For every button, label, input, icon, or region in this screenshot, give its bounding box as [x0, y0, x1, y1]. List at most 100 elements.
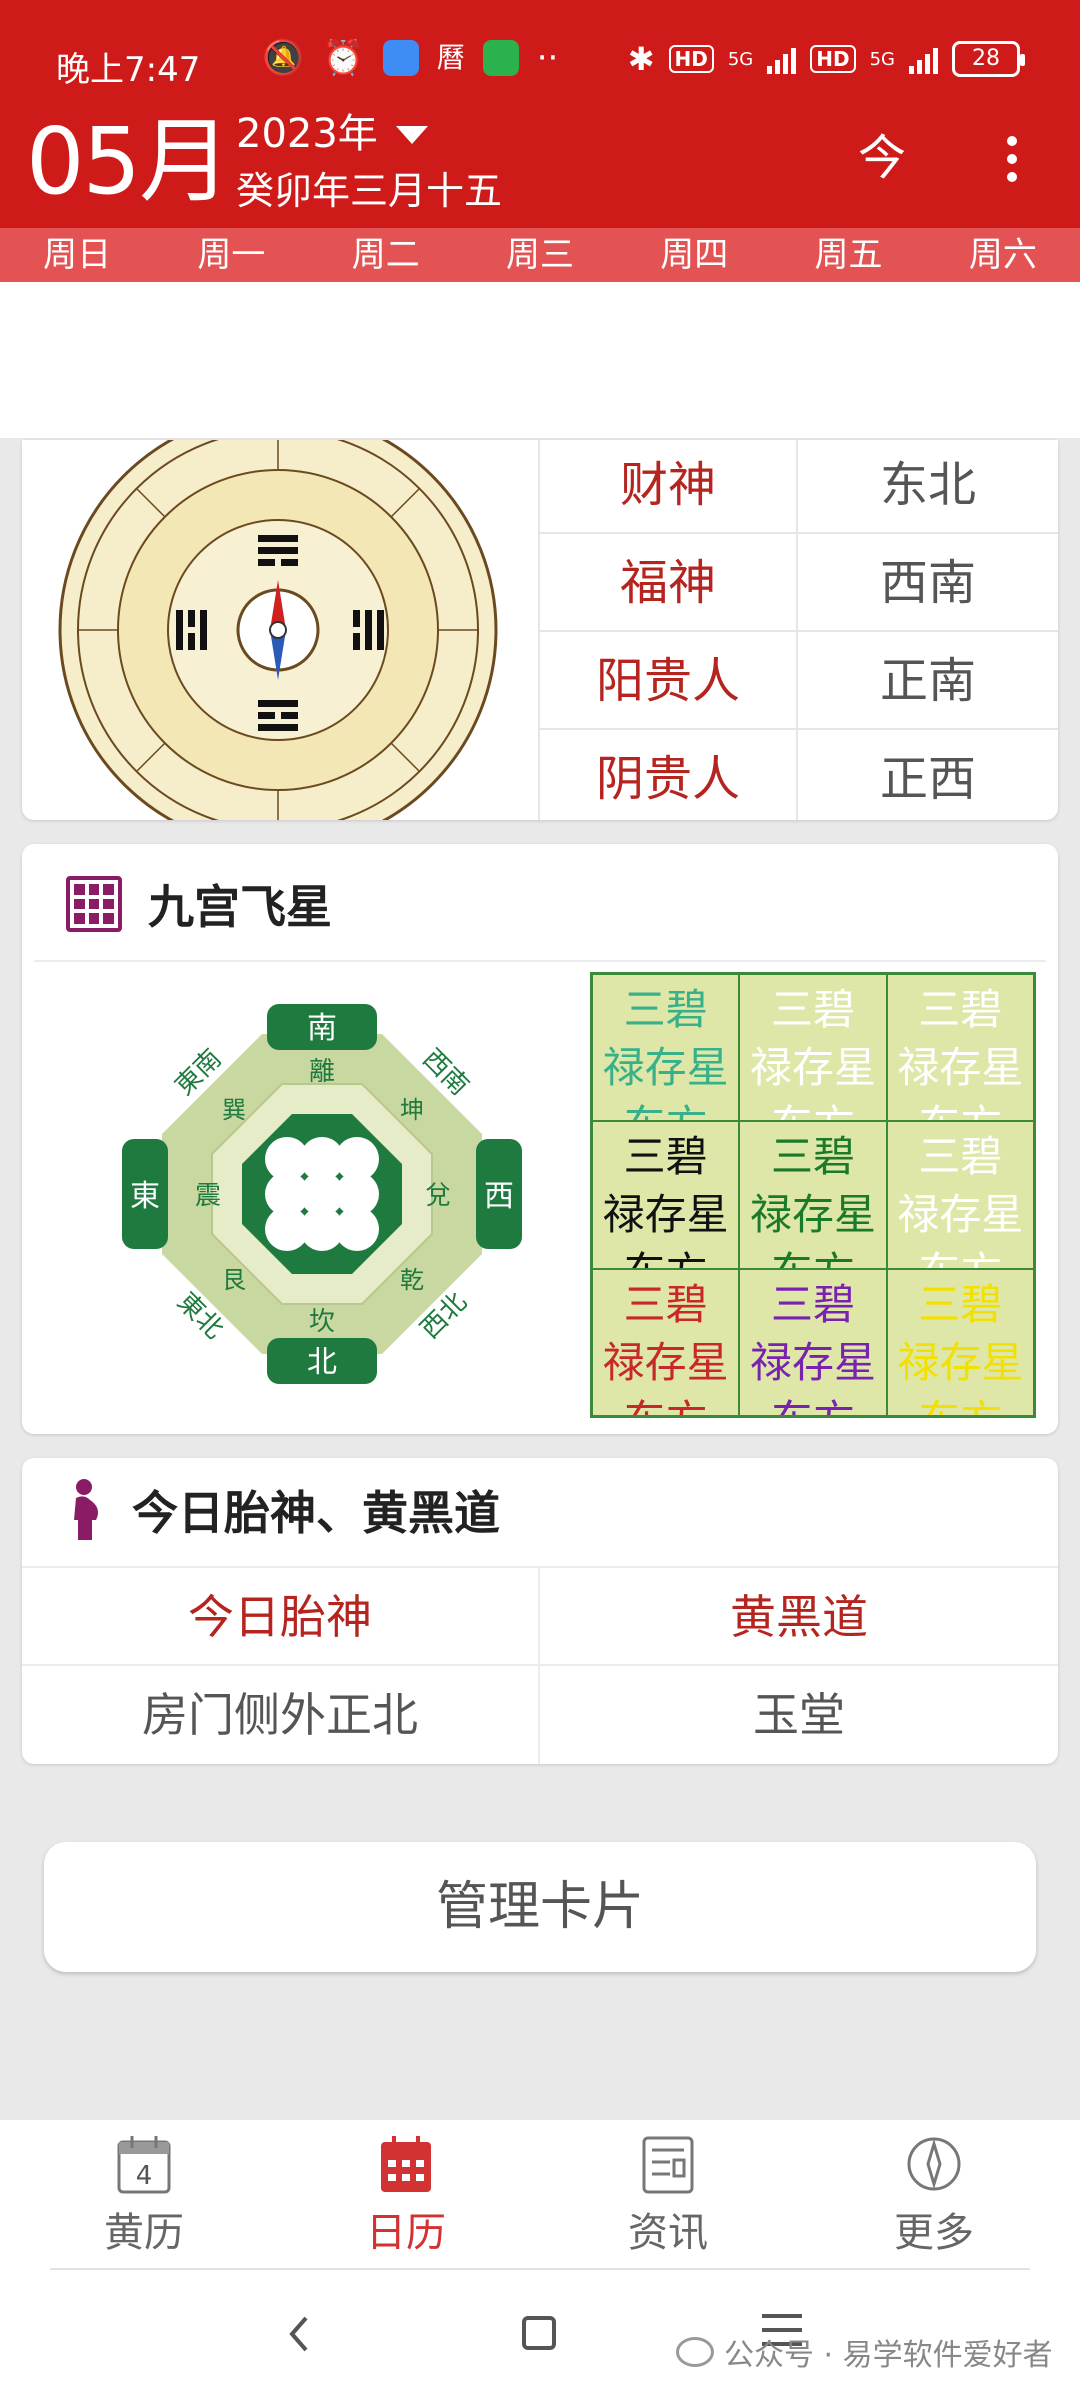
nav-tab-rili[interactable]: 日历 — [306, 2134, 506, 2264]
app-notification-icon — [382, 40, 419, 76]
weekday-label: 周三 — [505, 235, 574, 275]
taishen-header: 今日胎神 — [22, 1568, 540, 1666]
weekday-label: 周六 — [968, 235, 1037, 275]
star-cell: 三碧禄存星东方 — [886, 1268, 1034, 1416]
status-right: ✱ HD 5G HD 5G 28 — [627, 40, 1025, 78]
star-direction: 东方 — [740, 1097, 885, 1120]
star-number: 三碧 — [623, 985, 708, 1034]
star-cell: 三碧禄存星东方 — [886, 974, 1034, 1122]
compass-icon — [907, 2137, 961, 2191]
star-name: 禄存星 — [897, 1190, 1024, 1240]
home-icon[interactable] — [522, 2316, 556, 2350]
mute-bell-icon: 🔕 — [262, 38, 305, 78]
star-name: 禄存星 — [749, 1337, 876, 1387]
god-direction: 正西 — [879, 751, 976, 807]
dropdown-arrow-icon[interactable] — [396, 126, 428, 144]
star-cell: 三碧禄存星东方 — [739, 1121, 887, 1269]
star-number: 三碧 — [770, 985, 855, 1034]
star-cell: 三碧禄存星东方 — [592, 974, 740, 1122]
star-name: 禄存星 — [602, 1337, 729, 1387]
bagua-xun-label: 巽 — [222, 1096, 246, 1124]
taishen-value: 房门侧外正北 — [22, 1666, 540, 1764]
status-bar: 晚上7:47 🔕 ⏰ 曆 ·· ✱ HD 5G HD 5G 28 — [0, 28, 1080, 100]
star-direction: 东方 — [593, 1392, 738, 1415]
nav-tab-gengduo[interactable]: 更多 — [834, 2134, 1034, 2264]
luopan-compass-icon — [58, 440, 498, 820]
today-button[interactable]: 今 — [854, 128, 910, 188]
notification-icons: 🔕 ⏰ 曆 ·· — [262, 38, 558, 78]
more-menu-icon[interactable] — [1000, 136, 1024, 186]
star-name: 禄存星 — [602, 1190, 729, 1240]
nav-label: 资讯 — [628, 2210, 708, 2256]
bagua-south-label: 南 — [307, 1011, 337, 1046]
huangheidao-value: 玉堂 — [753, 1688, 845, 1742]
star-direction: 东方 — [593, 1097, 738, 1120]
watermark: 公众号 · 易学软件爱好者 — [676, 2330, 1053, 2374]
signal-icon — [909, 44, 938, 74]
taishen-card[interactable]: 今日胎神、黄黑道 今日胎神 黄黑道 房门侧外正北 玉堂 — [22, 1458, 1058, 1764]
star-number: 三碧 — [770, 1132, 855, 1182]
star-cell: 三碧禄存星东方 — [886, 1121, 1034, 1269]
nav-tab-zixun[interactable]: 资讯 — [568, 2134, 768, 2264]
table-row: 福神 西南 — [538, 534, 1058, 632]
grid-icon — [66, 876, 122, 932]
god-name: 阴贵人 — [538, 730, 798, 820]
star-cell: 三碧禄存星东方 — [739, 1268, 887, 1416]
nav-label: 更多 — [894, 2210, 974, 2256]
calendar-grid-icon — [381, 2136, 431, 2192]
god-direction: 东北 — [879, 457, 976, 513]
weekday-label: 周一 — [197, 235, 266, 275]
calendar-strip[interactable] — [0, 282, 1080, 438]
weekday-label: 周四 — [660, 235, 729, 275]
bagua-gen-label: 艮 — [222, 1266, 246, 1294]
star-name: 禄存星 — [749, 1190, 876, 1240]
year-selector[interactable]: 2023年 — [236, 108, 378, 160]
flying-star-grid: 三碧禄存星东方 三碧禄存星东方 三碧禄存星东方 三碧禄存星东方 三碧禄存星东方 … — [590, 972, 1036, 1418]
nav-label: 日历 — [366, 2210, 446, 2256]
star-number: 三碧 — [918, 1132, 1003, 1182]
bagua-diagram: 南 北 東 西 東南 西南 東北 西北 離 坎 震 兌 巽 坤 艮 乾 — [122, 1004, 522, 1384]
bagua-li-label: 離 — [309, 1057, 335, 1087]
flying-stars-card[interactable]: 九宫飞星 南 北 東 西 東南 西南 東北 西北 離 坎 震 兌 巽 坤 艮 乾… — [22, 844, 1058, 1434]
card-header: 九宫飞星 — [66, 874, 332, 934]
watermark-text: 公众号 · 易学软件爱好者 — [724, 2338, 1053, 2373]
card-title: 今日胎神、黄黑道 — [132, 1486, 500, 1540]
alarm-icon: ⏰ — [322, 38, 365, 78]
news-icon — [642, 2136, 694, 2194]
bagua-north-label: 北 — [307, 1345, 337, 1380]
hd-badge: HD — [668, 45, 714, 73]
bagua-kun-label: 坤 — [400, 1096, 424, 1124]
nav-tab-huangli[interactable]: 4 黄历 — [44, 2134, 244, 2264]
table-row: 今日胎神 黄黑道 — [22, 1566, 1058, 1666]
signal-icon — [767, 44, 797, 74]
manage-cards-button[interactable]: 管理卡片 — [44, 1842, 1036, 1972]
gods-direction-card: 财神 东北 福神 西南 阳贵人 正南 阴贵人 正西 — [22, 440, 1058, 820]
star-direction: 东方 — [888, 1097, 1033, 1120]
weekday-label: 周日 — [43, 235, 112, 275]
more-notifications-icon: ·· — [536, 38, 559, 78]
star-number: 三碧 — [623, 1132, 708, 1182]
status-time: 晚上7:47 — [56, 50, 201, 90]
wechat-icon — [482, 40, 519, 76]
network-label: 5G — [869, 48, 895, 70]
star-cell: 三碧禄存星东方 — [739, 974, 887, 1122]
star-number: 三碧 — [918, 985, 1003, 1034]
god-name: 财神 — [538, 440, 798, 534]
bluetooth-icon: ✱ — [627, 40, 655, 78]
network-label: 5G — [727, 48, 754, 70]
star-name: 禄存星 — [602, 1043, 729, 1092]
wechat-official-icon — [676, 2337, 714, 2367]
month-title[interactable]: 05月 — [26, 112, 231, 212]
back-icon[interactable] — [284, 2314, 314, 2354]
gods-direction-table: 财神 东北 福神 西南 阳贵人 正南 阴贵人 正西 — [538, 440, 1058, 820]
pregnant-woman-icon — [74, 1479, 98, 1540]
weekday-bar: 周日 周一 周二 周三 周四 周五 周六 — [0, 228, 1080, 282]
card-title: 九宫飞星 — [148, 880, 332, 934]
bagua-qian-label: 乾 — [400, 1266, 424, 1294]
calendar-app-icon: 曆 — [436, 41, 465, 74]
bagua-east-label: 東 — [130, 1179, 160, 1214]
bagua-west-label: 西 — [484, 1179, 514, 1214]
god-direction: 正南 — [879, 653, 976, 709]
calendar-icon: 4 — [117, 2136, 171, 2194]
star-cell: 三碧禄存星东方 — [592, 1268, 740, 1416]
